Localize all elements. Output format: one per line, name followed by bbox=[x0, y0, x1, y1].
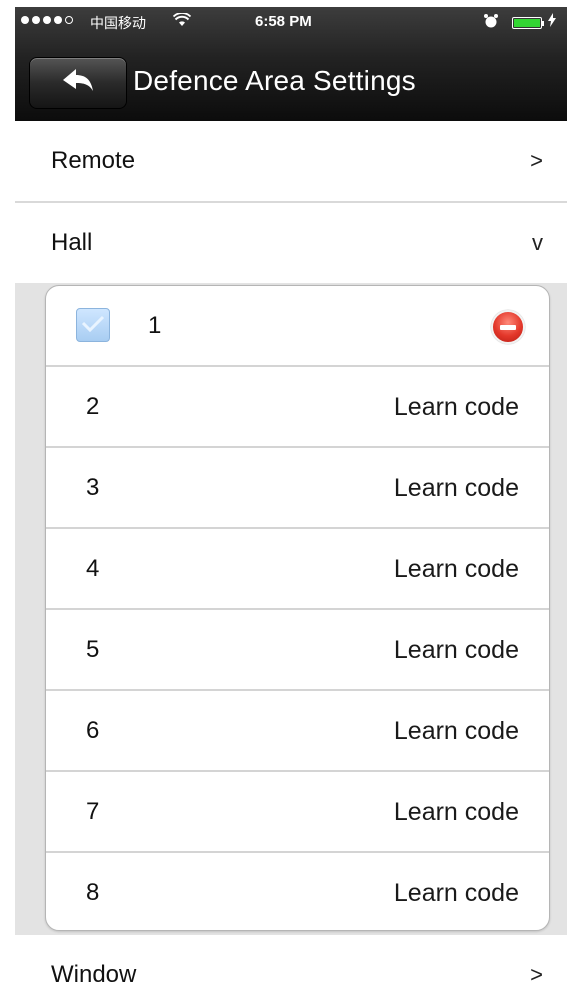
learn-code-button[interactable]: Learn code bbox=[394, 798, 519, 827]
chevron-right-icon: > bbox=[530, 962, 543, 984]
learn-code-button[interactable]: Learn code bbox=[394, 717, 519, 746]
clock-time: 6:58 PM bbox=[255, 13, 312, 30]
back-button[interactable] bbox=[29, 57, 127, 109]
zone-number: 6 bbox=[86, 717, 100, 744]
section-row-window[interactable]: Window > bbox=[15, 935, 567, 984]
charging-bolt-icon bbox=[548, 13, 556, 30]
zone-list: 1 2 Learn code 3 Learn code 4 Learn code… bbox=[45, 285, 550, 931]
zone-number: 8 bbox=[86, 879, 100, 906]
zone-row-1[interactable]: 1 bbox=[46, 286, 549, 366]
chevron-down-icon: v bbox=[532, 230, 543, 255]
wifi-icon bbox=[172, 12, 192, 30]
navigation-bar: 中国移动 6:58 PM Defence Area Settings bbox=[15, 7, 567, 122]
page-title: Defence Area Settings bbox=[133, 65, 416, 96]
zone-row-4: 4 Learn code bbox=[46, 529, 549, 609]
learn-code-button[interactable]: Learn code bbox=[394, 879, 519, 908]
zone-row-3: 3 Learn code bbox=[46, 448, 549, 528]
learn-code-button[interactable]: Learn code bbox=[394, 393, 519, 422]
chevron-right-icon: > bbox=[530, 148, 543, 173]
learn-code-button[interactable]: Learn code bbox=[394, 555, 519, 584]
minus-circle-icon[interactable] bbox=[491, 310, 525, 344]
zone-number: 5 bbox=[86, 636, 100, 663]
zone-row-7: 7 Learn code bbox=[46, 772, 549, 852]
section-row-remote[interactable]: Remote > bbox=[15, 121, 567, 201]
back-arrow-icon bbox=[61, 67, 95, 100]
section-label: Hall bbox=[51, 229, 93, 256]
zone-number: 2 bbox=[86, 393, 100, 420]
battery-tip bbox=[542, 21, 544, 26]
alarm-clock-icon bbox=[483, 13, 499, 32]
app-screen: 中国移动 6:58 PM Defence Area Settings Remot… bbox=[15, 7, 567, 984]
signal-strength-icon bbox=[21, 16, 73, 24]
learn-code-button[interactable]: Learn code bbox=[394, 636, 519, 665]
section-row-hall[interactable]: Hall v bbox=[15, 203, 567, 283]
hall-zone-list-container: 1 2 Learn code 3 Learn code 4 Learn code… bbox=[15, 283, 567, 935]
learn-code-button[interactable]: Learn code bbox=[394, 474, 519, 503]
status-bar: 中国移动 6:58 PM bbox=[15, 7, 567, 41]
section-label: Remote bbox=[51, 147, 136, 174]
zone-number: 7 bbox=[86, 798, 100, 825]
zone-row-5: 5 Learn code bbox=[46, 610, 549, 690]
section-label: Window bbox=[51, 961, 137, 984]
zone-number: 1 bbox=[148, 312, 162, 339]
checkmark-icon bbox=[81, 315, 105, 333]
zone-row-6: 6 Learn code bbox=[46, 691, 549, 771]
carrier-name: 中国移动 bbox=[90, 15, 146, 31]
zone-row-8: 8 Learn code bbox=[46, 853, 549, 930]
zone-checkbox[interactable] bbox=[76, 308, 110, 342]
zone-number: 4 bbox=[86, 555, 100, 582]
battery-icon bbox=[512, 17, 542, 29]
zone-row-2: 2 Learn code bbox=[46, 367, 549, 447]
zone-number: 3 bbox=[86, 474, 100, 501]
